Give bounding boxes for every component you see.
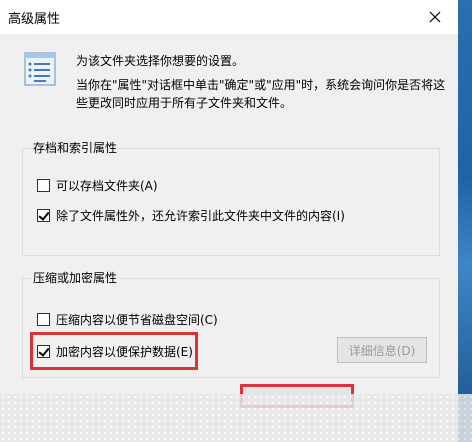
- window-title: 高级属性: [8, 12, 61, 27]
- archive-index-group: 存档和索引属性 可以存档文件夹(A) 除了文件属性外，还允许索引此文件夹中文件的…: [22, 139, 440, 256]
- archive-checkbox-row[interactable]: 可以存档文件夹(A): [37, 177, 158, 194]
- index-checkbox-row[interactable]: 除了文件属性外，还允许索引此文件夹中文件的内容(I): [37, 207, 345, 224]
- info-text-2: 当你在"属性"对话框中单击"确定"或"应用"时，系统会询问你是否将这: [76, 78, 446, 92]
- advanced-properties-dialog: 高级属性 为该文件夹选择你想要的设置。 当你在"属性"对话框中单击"确定"或"应…: [0, 0, 458, 442]
- close-icon: [429, 11, 441, 23]
- archive-checkbox[interactable]: [37, 179, 50, 192]
- dialog-content: 为该文件夹选择你想要的设置。 当你在"属性"对话框中单击"确定"或"应用"时，系…: [0, 34, 458, 442]
- compress-checkbox-row[interactable]: 压缩内容以便节省磁盘空间(C): [37, 311, 218, 328]
- watermark-overlay: [0, 394, 472, 442]
- archive-checkbox-label: 可以存档文件夹(A): [56, 179, 158, 193]
- info-text-1: 为该文件夹选择你想要的设置。: [76, 54, 245, 68]
- details-button[interactable]: 详细信息(D): [337, 337, 427, 363]
- info-text-3: 些更改同时应用于所有子文件夹和文件。: [76, 96, 293, 110]
- compress-checkbox-label: 压缩内容以便节省磁盘空间(C): [56, 313, 218, 327]
- folder-properties-icon: [24, 52, 56, 86]
- archive-group-title: 存档和索引属性: [31, 139, 120, 156]
- close-button[interactable]: [420, 4, 450, 30]
- encrypt-highlight-box: [30, 332, 198, 370]
- index-checkbox[interactable]: [37, 209, 50, 222]
- index-checkbox-label: 除了文件属性外，还允许索引此文件夹中文件的内容(I): [56, 209, 345, 223]
- compress-checkbox[interactable]: [37, 313, 50, 326]
- title-bar: 高级属性: [0, 0, 458, 34]
- compress-group-title: 压缩或加密属性: [31, 269, 120, 286]
